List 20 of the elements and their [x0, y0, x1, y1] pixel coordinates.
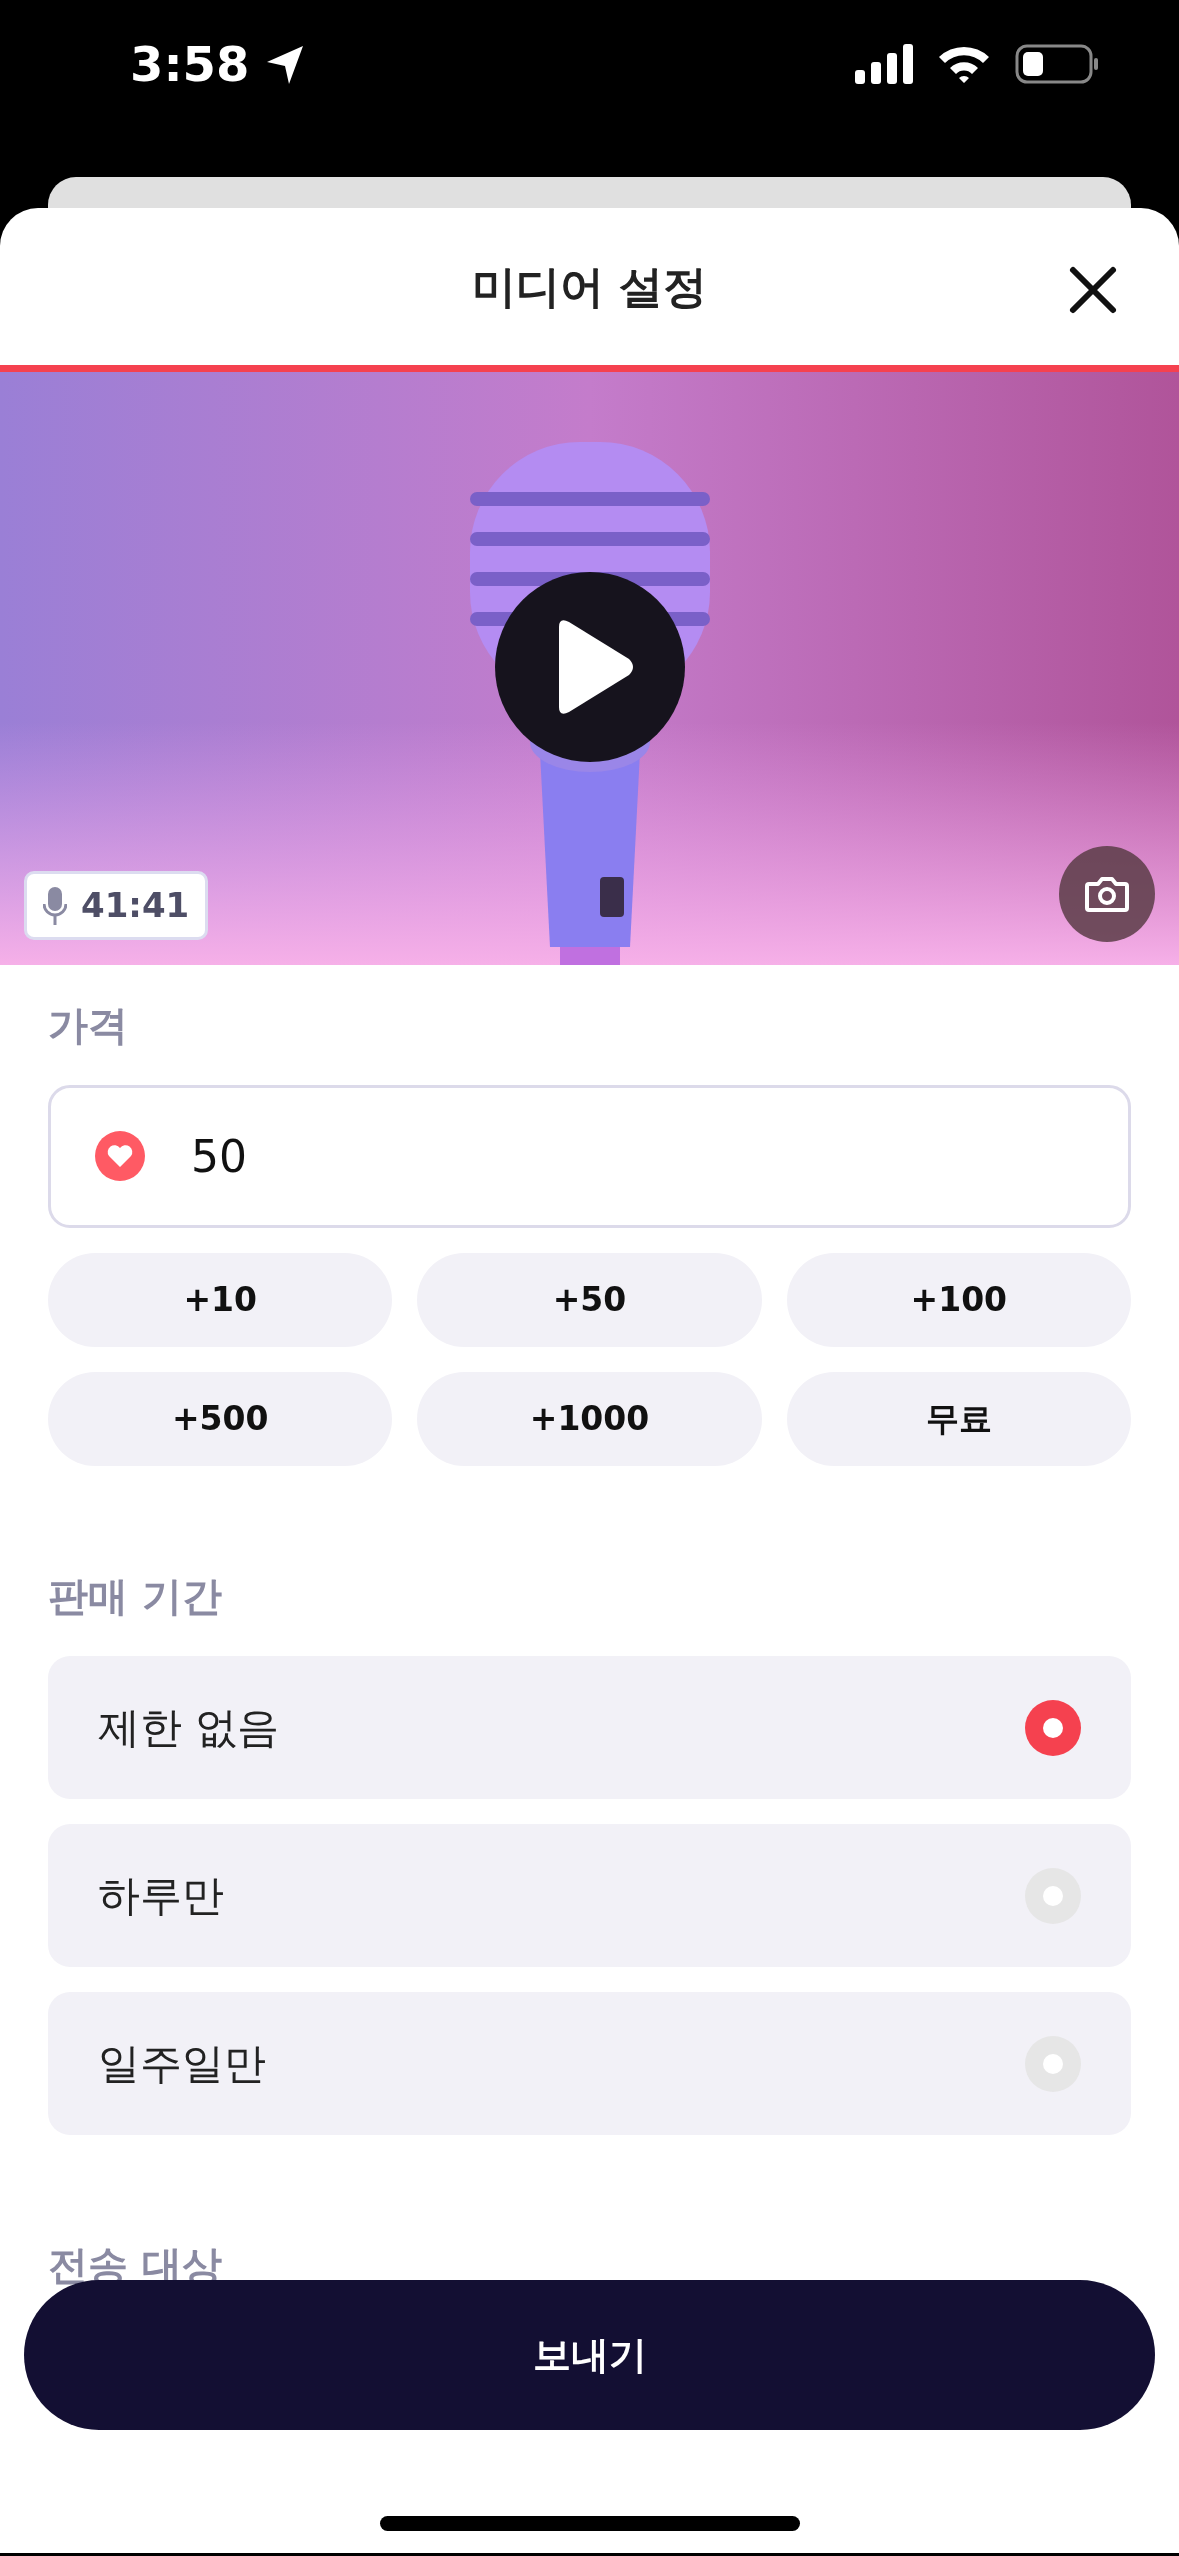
signal-icon: [855, 43, 913, 84]
amount-chip[interactable]: +10: [48, 1253, 393, 1347]
clock: 3:58: [130, 34, 250, 94]
period-option[interactable]: 하루만: [48, 1824, 1131, 1967]
period-option[interactable]: 일주일만: [48, 1992, 1131, 2135]
amount-chip[interactable]: +100: [786, 1253, 1131, 1347]
price-field[interactable]: 50: [48, 1085, 1131, 1228]
amount-chip[interactable]: +500: [48, 1372, 393, 1466]
close-button[interactable]: [1067, 264, 1119, 316]
period-option[interactable]: 제한 없음: [48, 1656, 1131, 1799]
amount-chip[interactable]: +50: [417, 1253, 762, 1347]
camera-icon: [1085, 876, 1129, 912]
amount-chip[interactable]: +1000: [417, 1372, 762, 1466]
section-label: 판매 기간: [48, 1572, 223, 1621]
sheet-title: 미디어 설정: [471, 259, 708, 314]
amount-chip[interactable]: 무료: [786, 1372, 1131, 1466]
duration-text: 41:41: [81, 884, 190, 927]
battery-icon: [1015, 43, 1099, 84]
section-label: 가격: [48, 1001, 129, 1050]
microphone-icon: [43, 886, 67, 925]
